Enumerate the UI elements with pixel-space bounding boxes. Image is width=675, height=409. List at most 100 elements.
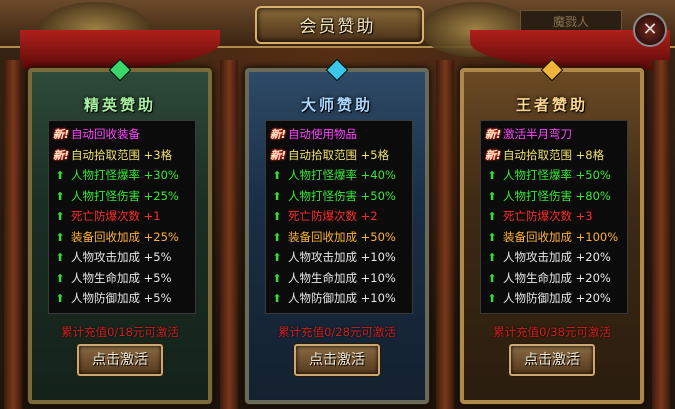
arrow-up-icon: ⬆ [55, 271, 65, 285]
list-item: ⬆ 人物打怪伤害 +80% [485, 186, 627, 207]
list-item: ⬆ 人物生命加成 +20% [485, 268, 627, 289]
sponsor-panel-master: 大师赞助 新! 自动使用物品 新! 自动拾取范围 +5格 ⬆ 人物打怪爆率 +40% … [245, 58, 429, 404]
benefit-text: 激活半月弯刀 [503, 127, 572, 141]
list-item: ⬆ 人物生命加成 +10% [270, 268, 412, 289]
arrow-up-icon: ⬆ [272, 251, 282, 264]
arrow-up-icon: ⬆ [487, 169, 497, 182]
list-item: ⬆ 人物防御加成 +10% [270, 288, 412, 309]
window-title: 会员赞助 [299, 17, 376, 37]
list-item: 新! 自动拾取范围 +5格 [270, 145, 412, 166]
benefit-text: 人物生命加成 +5% [71, 270, 172, 285]
arrow-up-icon: ⬆ [272, 210, 282, 223]
benefit-text: 自动拾取范围 +8格 [503, 147, 605, 162]
arrow-up-icon: ⬆ [487, 251, 497, 264]
list-item: ⬆ 人物防御加成 +5% [53, 288, 195, 309]
list-item: ⬆ 人物打怪爆率 +30% [53, 165, 195, 186]
arrow-up-icon: ⬆ [487, 271, 497, 285]
pillar-right [652, 60, 670, 409]
benefit-text: 死亡防爆次数 +2 [288, 209, 378, 223]
close-button[interactable]: ✕ [633, 13, 667, 47]
arrow-up-icon: ⬆ [487, 210, 497, 223]
arrow-up-icon: ⬆ [272, 189, 282, 203]
arrow-up-icon: ⬆ [487, 292, 497, 305]
benefit-text: 装备回收加成 +50% [288, 229, 396, 244]
new-badge-icon: 新! [485, 128, 502, 141]
activate-button[interactable]: 点击激活 [294, 344, 380, 376]
benefit-text: 人物攻击加成 +20% [503, 250, 611, 264]
list-item: ⬆ 死亡防爆次数 +2 [270, 206, 412, 227]
list-item: ⬆ 人物打怪爆率 +40% [270, 165, 412, 186]
benefit-text: 人物生命加成 +10% [288, 270, 396, 285]
requirement-text: 累计充值0/38元可激活 [493, 325, 611, 339]
panel-title: 王者赞助 [515, 96, 588, 114]
activate-button[interactable]: 点击激活 [509, 344, 595, 376]
arrow-up-icon: ⬆ [272, 271, 282, 285]
benefit-text: 人物打怪伤害 +50% [288, 188, 396, 203]
arrow-up-icon: ⬆ [272, 169, 282, 182]
pillar-mid-right [436, 60, 454, 409]
list-item: ⬆ 人物打怪爆率 +50% [485, 165, 627, 186]
list-item: ⬆ 装备回收加成 +50% [270, 227, 412, 248]
list-item: 新! 激活半月弯刀 [485, 124, 627, 145]
list-item: ⬆ 人物生命加成 +5% [53, 268, 195, 289]
benefit-text: 人物攻击加成 +5% [71, 250, 172, 264]
benefit-list: 新! 自动使用物品 新! 自动拾取范围 +5格 ⬆ 人物打怪爆率 +40% ⬆ 人物打怪… [265, 120, 413, 314]
benefit-text: 自动拾取范围 +5格 [288, 147, 390, 162]
benefit-text: 人物打怪爆率 +40% [288, 168, 396, 182]
list-item: 新! 自动回收装备 [53, 124, 195, 145]
benefit-text: 死亡防爆次数 +3 [503, 209, 593, 223]
benefit-text: 装备回收加成 +25% [71, 229, 179, 244]
list-item: ⬆ 装备回收加成 +25% [53, 227, 195, 248]
new-badge-icon: 新! [485, 148, 502, 162]
arrow-up-icon: ⬆ [487, 230, 497, 244]
arrow-up-icon: ⬆ [55, 169, 65, 182]
list-item: ⬆ 人物攻击加成 +20% [485, 247, 627, 268]
list-item: ⬆ 装备回收加成 +100% [485, 227, 627, 248]
list-item: ⬆ 人物打怪伤害 +25% [53, 186, 195, 207]
benefit-text: 死亡防爆次数 +1 [71, 209, 161, 223]
sponsor-panel-king: 王者赞助 新! 激活半月弯刀 新! 自动拾取范围 +8格 ⬆ 人物打怪爆率 +50% … [460, 58, 644, 404]
panel-title: 精英赞助 [83, 96, 156, 114]
benefit-text: 自动回收装备 [71, 127, 140, 141]
pillar-mid-left [220, 60, 238, 409]
list-item: ⬆ 人物打怪伤害 +50% [270, 186, 412, 207]
benefit-text: 人物打怪伤害 +80% [503, 188, 611, 203]
benefit-text: 人物打怪爆率 +30% [71, 168, 179, 182]
list-item: 新! 自动拾取范围 +3格 [53, 145, 195, 166]
list-item: ⬆ 人物攻击加成 +10% [270, 247, 412, 268]
blue-gem-icon [325, 58, 349, 82]
list-item: ⬆ 人物攻击加成 +5% [53, 247, 195, 268]
arrow-up-icon: ⬆ [487, 189, 497, 203]
panel-title: 大师赞助 [300, 96, 373, 114]
benefit-text: 人物防御加成 +20% [503, 291, 611, 305]
list-item: ⬆ 人物防御加成 +20% [485, 288, 627, 309]
new-badge-icon: 新! [53, 128, 70, 141]
benefit-list: 新! 激活半月弯刀 新! 自动拾取范围 +8格 ⬆ 人物打怪爆率 +50% ⬆ 人物打怪… [480, 120, 628, 314]
benefit-list: 新! 自动回收装备 新! 自动拾取范围 +3格 ⬆ 人物打怪爆率 +30% ⬆ 人物打怪… [48, 120, 196, 314]
pillar-left [4, 60, 22, 409]
list-item: 新! 自动拾取范围 +8格 [485, 145, 627, 166]
benefit-text: 人物防御加成 +10% [288, 291, 396, 305]
benefit-text: 人物攻击加成 +10% [288, 250, 396, 264]
benefit-text: 自动使用物品 [288, 127, 357, 141]
close-icon: ✕ [642, 19, 658, 40]
list-item: ⬆ 死亡防爆次数 +3 [485, 206, 627, 227]
benefit-text: 自动拾取范围 +3格 [71, 147, 173, 162]
benefit-text: 人物打怪爆率 +50% [503, 168, 611, 182]
benefit-text: 人物打怪伤害 +25% [71, 188, 179, 203]
benefit-text: 人物防御加成 +5% [71, 291, 172, 305]
benefit-text: 人物生命加成 +20% [503, 270, 611, 285]
arrow-up-icon: ⬆ [55, 251, 65, 264]
window-frame: 魔戮人 会员赞助 ✕ 精英赞助 新! 自动回收装备 新! 自动拾取范围 +3格 ⬆ 人… [0, 0, 675, 409]
requirement-text: 累计充值0/28元可激活 [278, 325, 396, 339]
arrow-up-icon: ⬆ [55, 210, 65, 223]
new-badge-icon: 新! [270, 128, 287, 141]
new-badge-icon: 新! [270, 148, 287, 162]
activate-button[interactable]: 点击激活 [77, 344, 163, 376]
requirement-text: 累计充值0/18元可激活 [61, 325, 179, 339]
benefit-text: 装备回收加成 +100% [503, 229, 619, 244]
arrow-up-icon: ⬆ [272, 230, 282, 244]
arrow-up-icon: ⬆ [55, 189, 65, 203]
sponsor-panel-elite: 精英赞助 新! 自动回收装备 新! 自动拾取范围 +3格 ⬆ 人物打怪爆率 +30% … [28, 58, 212, 404]
new-badge-icon: 新! [53, 148, 70, 162]
